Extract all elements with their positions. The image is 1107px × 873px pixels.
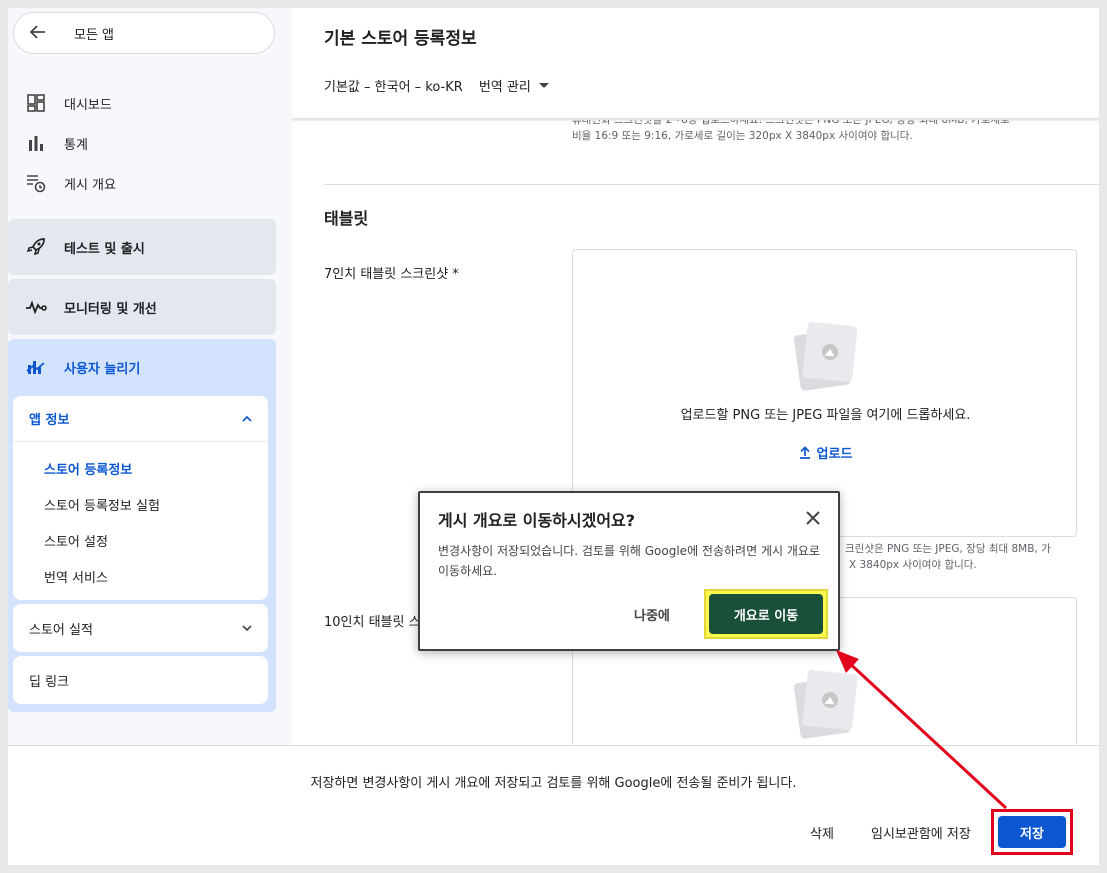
locale-label: 기본값 – 한국어 – ko-KR [324,80,463,95]
deep-links-label: 딥 링크 [29,674,70,690]
tablet-helper-line1: 크린샷은 PNG 또는 JPEG, 장당 최대 8MB, 가 [845,543,1051,555]
app-info-card: 앱 정보 스토어 등록정보 스토어 등록정보 실험 스토어 설정 번역 서비스 [13,396,268,600]
go-to-overview-button[interactable]: 개요로 이동 [709,594,823,634]
upload-button[interactable]: 업로드 [573,443,1078,463]
drop-instructions: 업로드할 PNG 또는 JPEG 파일을 여기에 드롭하세요. [680,408,971,423]
sidebar-section-grow-users: 사용자 늘리기 앱 정보 스토어 등록정보 스토어 등록정보 실험 스토어 설정… [8,339,276,712]
upload-icon [799,446,811,463]
delete-button[interactable]: 삭제 [810,814,834,850]
sidebar-section-monitoring[interactable]: 모니터링 및 개선 [8,279,276,335]
growth-chart-icon [25,356,47,378]
go-to-overview-dialog: 게시 개요로 이동하시겠어요? 변경사항이 저장되었습니다. 검토를 위해 Go… [418,491,840,651]
all-apps-label: 모든 앱 [74,27,115,43]
tablet-section-title: 태블릿 [324,209,369,228]
app-info-header[interactable]: 앱 정보 [13,396,268,442]
save-draft-button[interactable]: 임시보관함에 저장 [871,814,971,850]
dialog-body: 변경사항이 저장되었습니다. 검토를 위해 Google에 전송하려면 게시 개… [438,544,820,578]
grow-users-label: 사용자 늘리기 [64,361,141,377]
store-performance-header[interactable]: 스토어 실적 [13,604,268,652]
vitals-icon [25,296,47,318]
go-button-highlight: 개요로 이동 [704,589,828,639]
grow-users-header[interactable]: 사용자 늘리기 [8,339,276,395]
sidebar-item-store-settings[interactable]: 스토어 설정 [13,522,268,558]
dropdown-caret-icon [538,83,549,88]
phone-helper-line1: 휴대전화 스크린샷을 2~8장 업로드하세요. 스크린샷은 PNG 또는 JPE… [572,114,1010,126]
later-button[interactable]: 나중에 [634,605,670,624]
sidebar-item-label: 대시보드 [64,97,112,113]
chevron-down-icon [242,621,252,636]
rocket-icon [25,236,47,258]
image-placeholder-icon [793,669,858,740]
store-performance-card[interactable]: 스토어 실적 [13,604,268,652]
sidebar-item-statistics[interactable]: 통계 [8,123,276,163]
sidebar-item-publish-overview[interactable]: 게시 개요 [8,163,276,203]
sidebar-section-label: 모니터링 및 개선 [64,301,157,317]
image-placeholder-icon [793,321,858,392]
chevron-up-icon [242,411,252,426]
publish-overview-icon [25,172,47,194]
bottom-action-bar: 저장하면 변경사항이 게시 개요에 저장되고 검토를 위해 Google에 전송… [8,745,1099,865]
sidebar-item-store-listing[interactable]: 스토어 등록정보 [13,450,268,486]
page-title: 기본 스토어 등록정보 [324,29,477,49]
all-apps-button[interactable]: 모든 앱 [13,12,275,54]
dashboard-icon [25,92,47,114]
sidebar-section-test-release[interactable]: 테스트 및 출시 [8,219,276,275]
locale-row: 기본값 – 한국어 – ko-KR 번역 관리 [324,76,549,95]
save-button[interactable]: 저장 [998,816,1066,848]
sidebar: 모든 앱 대시보드 통계 게시 개요 테스트 및 출시 모니터링 및 개선 사용… [8,8,292,745]
sidebar-item-dashboard[interactable]: 대시보드 [8,83,276,123]
deep-links-card[interactable]: 딥 링크 [13,656,268,704]
sidebar-item-label: 게시 개요 [64,177,116,193]
sidebar-section-label: 테스트 및 출시 [64,241,145,257]
translation-management-label: 번역 관리 [478,80,531,95]
app-info-label: 앱 정보 [29,413,70,428]
store-performance-label: 스토어 실적 [29,622,93,638]
app-frame: 모든 앱 대시보드 통계 게시 개요 테스트 및 출시 모니터링 및 개선 사용… [8,8,1099,865]
deep-links-header[interactable]: 딥 링크 [13,656,268,704]
dialog-title: 게시 개요로 이동하시겠어요? [438,511,636,530]
phone-helper-line2: 비율 16:9 또는 9:16, 가로세로 길이는 320px X 3840px… [572,130,913,142]
save-button-highlight: 저장 [991,809,1073,855]
save-info-message: 저장하면 변경사항이 게시 개요에 저장되고 검토를 위해 Google에 전송… [310,776,797,791]
sidebar-item-label: 통계 [64,137,88,153]
section-divider [324,184,1099,185]
back-arrow-icon [29,23,52,44]
tablet-helper-line2: X 3840px 사이여야 합니다. [849,559,977,571]
close-icon[interactable] [802,507,824,529]
tablet10-label: 10인치 태블릿 스 [324,615,421,630]
sidebar-item-translation-service[interactable]: 번역 서비스 [13,558,268,594]
tablet7-label: 7인치 태블릿 스크린샷 * [324,267,459,282]
sidebar-item-store-listing-experiments[interactable]: 스토어 등록정보 실험 [13,486,268,522]
translation-management-dropdown[interactable]: 번역 관리 [479,76,549,95]
upload-label: 업로드 [816,447,853,462]
bar-chart-icon [25,132,47,154]
